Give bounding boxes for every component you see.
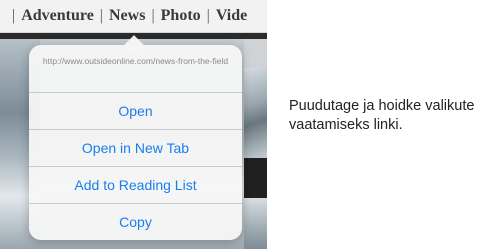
background-photo-right-top[interactable] [244,68,267,158]
link-url: http://www.outsideonline.com/news-from-t… [29,45,242,93]
nav-separator: | [151,7,155,24]
copy-button[interactable]: Copy [29,204,242,240]
background-photo-right-bottom[interactable] [244,198,267,249]
instruction-caption: Puudutage ja hoidke valikute vaatamiseks… [289,98,475,133]
site-nav-bar: | Adventure | News | Photo | Vide [0,0,267,33]
open-button[interactable]: Open [29,93,242,130]
nav-separator: | [99,7,103,24]
nav-separator: | [12,7,16,24]
nav-item-video[interactable]: Vide [216,7,247,25]
background-photo-right-dark [244,158,267,198]
open-in-new-tab-button[interactable]: Open in New Tab [29,130,242,167]
nav-item-news[interactable]: News [109,7,145,25]
browser-screenshot: | Adventure | News | Photo | Vide http:/… [0,0,267,249]
add-to-reading-list-button[interactable]: Add to Reading List [29,167,242,204]
nav-separator: | [206,7,210,24]
nav-item-adventure[interactable]: Adventure [21,7,94,25]
link-action-popover: http://www.outsideonline.com/news-from-t… [29,35,242,240]
nav-item-photo[interactable]: Photo [161,7,201,25]
